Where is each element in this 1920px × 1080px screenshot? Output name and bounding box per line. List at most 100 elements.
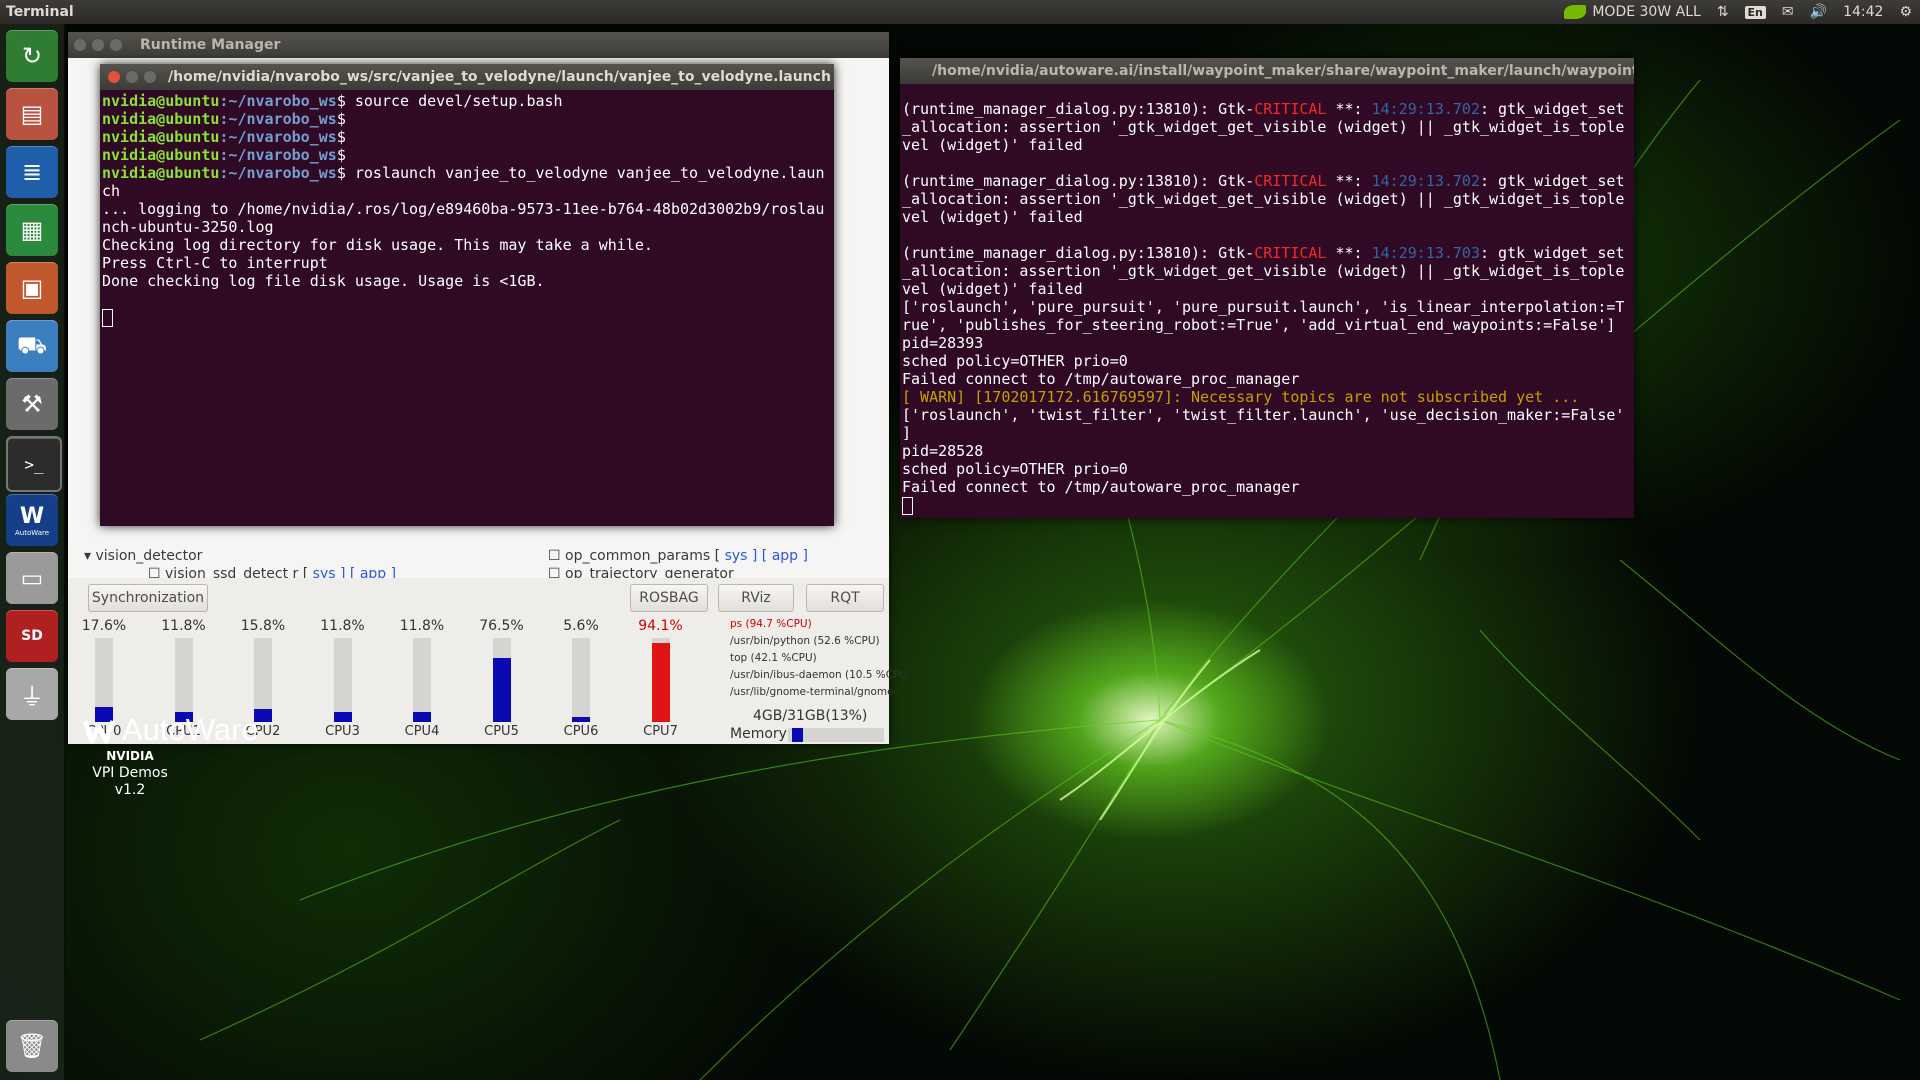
terminal-text: : gtk_widget_set xyxy=(1479,172,1625,190)
terminal-line: nch-ubuntu-3250.log xyxy=(102,218,830,236)
maximize-button[interactable] xyxy=(144,71,156,83)
timestamp: 14:29:13.702 xyxy=(1371,100,1480,118)
prompt-path: :~/nvarobo_ws xyxy=(219,110,337,128)
autoware-icon[interactable]: W AutoWare xyxy=(6,494,58,546)
critical-level: CRITICAL xyxy=(1254,100,1327,118)
maximize-button[interactable] xyxy=(110,39,122,51)
cpu-bar-fill xyxy=(572,717,590,722)
autoware-logo-text: AutoWare xyxy=(122,712,259,747)
cpu-bar xyxy=(413,638,431,722)
terminal-left-output[interactable]: nvidia@ubuntu:~/nvarobo_ws$ source devel… xyxy=(102,92,830,526)
tree-row[interactable]: ☐ op_common_params [ sys ] [ app ] xyxy=(548,548,808,564)
timestamp: 14:29:13.702 xyxy=(1371,172,1480,190)
rosbag-button[interactable]: ROSBAG xyxy=(630,584,708,612)
clock[interactable]: 14:42 xyxy=(1843,4,1883,20)
terminal-line: Press Ctrl-C to interrupt xyxy=(102,254,830,272)
terminal-text: (runtime_manager_dialog.py:13810): Gtk- xyxy=(902,172,1255,190)
prompt-user: nvidia@ubuntu xyxy=(102,164,220,182)
cpu-label: CPU4 xyxy=(404,724,440,739)
cpu-percent-label: 11.8% xyxy=(320,618,365,634)
terminal-line: nvidia@ubuntu:~/nvarobo_ws$ xyxy=(102,146,830,164)
terminal-text: $ xyxy=(336,110,346,128)
terminal-right-output[interactable]: (runtime_manager_dialog.py:13810): Gtk-C… xyxy=(902,100,1630,518)
cpu-label: CPU7 xyxy=(643,724,678,739)
terminal-line: vel (widget)' failed xyxy=(902,280,1083,298)
terminal-line: Failed connect to /tmp/autoware_proc_man… xyxy=(902,370,1300,388)
terminal-text: Done checking log file disk usage. Usage… xyxy=(102,272,545,290)
trash-icon[interactable]: 🗑 xyxy=(6,1020,58,1072)
terminal-line: nvidia@ubuntu:~/nvarobo_ws$ source devel… xyxy=(102,92,830,110)
terminal-window-right: /home/nvidia/autoware.ai/install/waypoin… xyxy=(900,58,1634,518)
files-icon[interactable]: ▤ xyxy=(6,88,58,140)
terminal-text: **: xyxy=(1326,100,1372,118)
cursor-line xyxy=(102,308,830,327)
writer-icon[interactable]: ≣ xyxy=(6,146,58,198)
terminal-text: ch xyxy=(102,182,121,200)
rqt-button[interactable]: RQT xyxy=(806,584,884,612)
cpu-percent-label: 76.5% xyxy=(479,618,524,634)
terminal-left-titlebar[interactable]: /home/nvidia/nvarobo_ws/src/vanjee_to_ve… xyxy=(100,64,834,90)
system-settings-icon[interactable]: ⚒ xyxy=(6,378,58,430)
cpu-bar xyxy=(333,638,352,722)
cpu-label: CPU3 xyxy=(325,724,360,739)
software-center-icon[interactable]: ⛟ xyxy=(6,320,58,372)
terminal-line: Failed connect to /tmp/autoware_proc_man… xyxy=(902,478,1300,496)
memory-usage-text: 4GB/31GB(13%) xyxy=(753,708,868,724)
autoware-logo-mark xyxy=(83,720,115,744)
terminal-line: pid=28393 xyxy=(902,334,984,352)
network-icon[interactable]: ⇅ xyxy=(1717,4,1729,20)
cpu-bar xyxy=(254,638,272,722)
process-item: /usr/lib/gnome-terminal/gnome- xyxy=(730,686,898,698)
software-updater-icon[interactable]: ↻ xyxy=(6,30,58,82)
close-button[interactable] xyxy=(74,39,86,51)
volume-icon[interactable]: 🔊 xyxy=(1810,4,1827,20)
memory-bar xyxy=(788,728,884,742)
nvidia-brand: NVIDIA xyxy=(106,749,154,763)
minimize-button[interactable] xyxy=(126,71,138,83)
gear-icon[interactable]: ⚙ xyxy=(1899,4,1912,20)
cpu-bar-fill xyxy=(651,642,670,722)
terminal-line: nvidia@ubuntu:~/nvarobo_ws$ xyxy=(102,110,830,128)
impress-icon[interactable]: ▣ xyxy=(6,262,58,314)
tree-row-tags[interactable]: sys ] [ app ] xyxy=(725,548,808,564)
tree-row[interactable]: ☐ vision_ssd_detect r [ sys ] [ app ] xyxy=(148,566,396,578)
process-item: ps (94.7 %CPU) xyxy=(730,618,812,630)
usb-icon[interactable]: ⏚ xyxy=(6,668,58,720)
terminal-line: sched policy=OTHER prio=0 xyxy=(902,460,1128,478)
tree-row[interactable]: ☐ op_trajectory_generator xyxy=(548,566,734,578)
terminal-text: : gtk_widget_set xyxy=(1479,100,1625,118)
prompt-path: :~/nvarobo_ws xyxy=(219,92,337,110)
rviz-button[interactable]: RViz xyxy=(718,584,794,612)
mail-icon[interactable]: ✉ xyxy=(1782,4,1794,20)
prompt-user: nvidia@ubuntu xyxy=(102,146,220,164)
cpu-percent-label: 5.6% xyxy=(563,618,599,634)
memory-bar-fill xyxy=(792,728,803,742)
terminal-text: Press Ctrl-C to interrupt xyxy=(102,254,328,272)
vpi-label-line2: v1.2 xyxy=(114,782,146,798)
tree-row-tags[interactable]: sys ] [ app ] xyxy=(313,566,396,578)
tree-row-label: op_common_params xyxy=(565,548,711,564)
nvidia-power-indicator[interactable]: MODE 30W ALL xyxy=(1564,4,1701,20)
sd-card-icon[interactable]: SD xyxy=(6,610,58,662)
terminal-icon[interactable]: >_ xyxy=(6,436,62,492)
minimize-button[interactable] xyxy=(92,39,104,51)
close-button[interactable] xyxy=(108,71,120,83)
synchronization-button[interactable]: Synchronization xyxy=(88,584,208,612)
terminal-right-titlebar[interactable]: /home/nvidia/autoware.ai/install/waypoin… xyxy=(900,58,1634,84)
tree-row-label: vision_detector xyxy=(95,548,203,564)
critical-level: CRITICAL xyxy=(1254,172,1327,190)
keyboard-layout-indicator[interactable]: En xyxy=(1744,5,1766,19)
runtime-manager-titlebar[interactable]: Runtime Manager xyxy=(68,32,889,58)
terminal-line: sched policy=OTHER prio=0 xyxy=(902,352,1128,370)
vpi-demos-desktop-icon[interactable]: NVIDIA VPI Demos v1.2 xyxy=(80,748,180,799)
calc-icon[interactable]: ▦ xyxy=(6,204,58,256)
terminal-line: Done checking log file disk usage. Usage… xyxy=(102,272,830,290)
vpi-label-line1: VPI Demos xyxy=(92,765,168,781)
drive-icon[interactable]: ▭ xyxy=(6,552,58,604)
terminal-line: ch xyxy=(102,182,830,200)
memory-label: Memory xyxy=(730,726,787,742)
cpu-percent-label: 94.1% xyxy=(638,618,683,634)
cpu-gauge: 94.1% CPU7 xyxy=(625,618,697,739)
tree-row[interactable]: ▾ vision_detector xyxy=(84,548,202,564)
terminal-line: ['roslaunch', 'pure_pursuit', 'pure_purs… xyxy=(902,298,1625,316)
